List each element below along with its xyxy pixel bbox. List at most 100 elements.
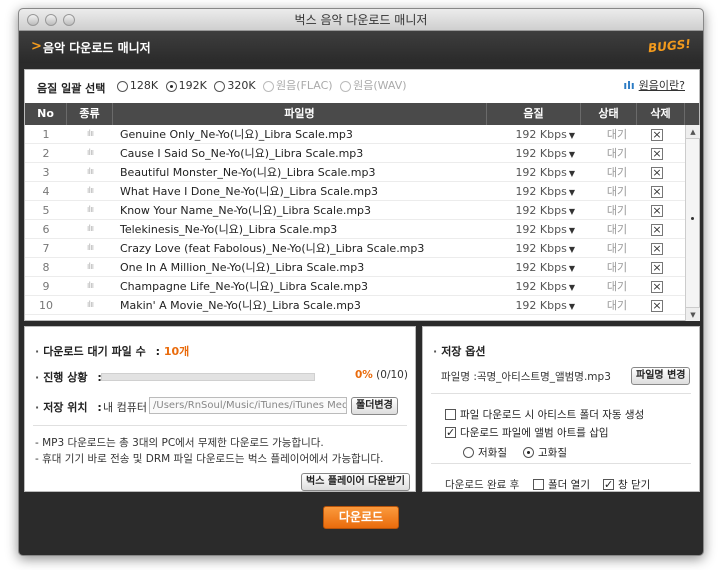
progress-value: 0% (0/10) — [355, 369, 408, 381]
close-window-button[interactable] — [27, 14, 39, 26]
header-spacer — [685, 103, 699, 125]
row-filename: Makin' A Movie_Ne-Yo(니요)_Libra Scale.mp3 — [120, 299, 361, 312]
row-filename: Champagne Life_Ne-Yo(니요)_Libra Scale.mp3 — [120, 280, 369, 293]
row-filename: Telekinesis_Ne-Yo(니요)_Libra Scale.mp3 — [120, 223, 338, 236]
header-filename: 파일명 — [113, 103, 487, 125]
row-quality-select[interactable]: 192 Kbps ▼ — [495, 182, 575, 201]
zoom-window-button[interactable] — [63, 14, 75, 26]
file-type-icon: ıIıı — [86, 243, 94, 253]
quality-option-flac: 원음(FLAC) — [263, 70, 333, 102]
delete-checkbox[interactable]: × — [651, 186, 663, 198]
table-row[interactable]: 10 ıIıı Makin' A Movie_Ne-Yo(니요)_Libra Sca… — [25, 296, 685, 315]
file-rows: 1 ıIıı Genuine Only_Ne-Yo(니요)_Libra Scale.… — [25, 125, 685, 321]
row-quality-select[interactable]: 192 Kbps ▼ — [495, 201, 575, 220]
row-number: 2 — [42, 147, 50, 160]
table-row[interactable]: 9 ıIıı Champagne Life_Ne-Yo(니요)_Libra Scal… — [25, 277, 685, 296]
open-folder-option[interactable]: 폴더 열기 — [533, 477, 590, 492]
dropdown-arrow-icon: ▼ — [568, 226, 575, 235]
delete-checkbox[interactable]: × — [651, 281, 663, 293]
waiting-count: · 다운로드 대기 파일 수 : 10개 — [35, 345, 190, 358]
quality-option-128k[interactable]: 128K — [116, 70, 158, 102]
info-note: - 휴대 기기 바로 전송 및 DRM 파일 다운로드는 벅스 플레이어에서 가… — [35, 453, 384, 465]
dropdown-arrow-icon: ▼ — [568, 169, 575, 178]
row-quality-select[interactable]: 192 Kbps ▼ — [495, 296, 575, 315]
file-type-icon: ıIıı — [86, 262, 94, 272]
filename-pattern: 파일명 :곡명_아티스트명_앨범명.mp3 — [441, 371, 611, 383]
table-row[interactable]: 1 ıIıı Genuine Only_Ne-Yo(니요)_Libra Scale.… — [25, 125, 685, 144]
radio-selected-icon — [165, 80, 177, 92]
table-row[interactable]: 5 ıIıı Know Your Name_Ne-Yo(니요)_Libra Scal… — [25, 201, 685, 220]
window-title: 벅스 음악 다운로드 매니저 — [294, 13, 428, 27]
change-folder-button[interactable]: 폴더변경 — [351, 397, 398, 415]
row-quality-select[interactable]: 192 Kbps ▼ — [495, 144, 575, 163]
row-filename: What Have I Done_Ne-Yo(니요)_Libra Scale.m… — [120, 185, 379, 198]
delete-checkbox[interactable]: × — [651, 262, 663, 274]
scroll-up-icon[interactable]: ▲ — [686, 125, 700, 139]
row-quality-select[interactable]: 192 Kbps ▼ — [495, 125, 575, 144]
row-status: 대기 — [606, 166, 628, 179]
row-filename: Genuine Only_Ne-Yo(니요)_Libra Scale.mp3 — [120, 128, 353, 141]
delete-checkbox[interactable]: × — [651, 205, 663, 217]
radio-icon — [116, 80, 128, 92]
dropdown-arrow-icon: ▼ — [568, 207, 575, 216]
file-type-icon: ıIıı — [86, 167, 94, 177]
bugs-logo: BUGS! — [647, 36, 692, 56]
row-number: 1 — [42, 128, 50, 141]
dropdown-arrow-icon: ▼ — [568, 131, 575, 140]
table-row[interactable]: 4 ıIıı What Have I Done_Ne-Yo(니요)_Libra Sc… — [25, 182, 685, 201]
file-type-icon: ıIıı — [86, 281, 94, 291]
minimize-window-button[interactable] — [45, 14, 57, 26]
delete-checkbox[interactable]: × — [651, 148, 663, 160]
row-filename: One In A Million_Ne-Yo(니요)_Libra Scale.m… — [120, 261, 365, 274]
download-button[interactable]: 다운로드 — [323, 506, 399, 529]
table-row[interactable]: 3 ıIıı Beautiful Monster_Ne-Yo(니요)_Libra S… — [25, 163, 685, 182]
row-quality-select[interactable]: 192 Kbps ▼ — [495, 277, 575, 296]
row-status: 대기 — [606, 147, 628, 160]
row-status: 대기 — [606, 128, 628, 141]
app-window: 벅스 음악 다운로드 매니저 > 음악 다운로드 매니저 BUGS! 음질 일괄… — [18, 8, 704, 556]
table-row[interactable]: 6 ıIıı Telekinesis_Ne-Yo(니요)_Libra Scale.m… — [25, 220, 685, 239]
header-delete: 삭제 — [637, 103, 685, 125]
vertical-scrollbar[interactable]: ▲ ▼ — [685, 125, 700, 321]
table-row[interactable]: 7 ıIıı Crazy Love (feat Fabolous)_Ne-Yo(니요… — [25, 239, 685, 258]
scroll-down-icon[interactable]: ▼ — [686, 307, 700, 321]
row-quality-select[interactable]: 192 Kbps ▼ — [495, 258, 575, 277]
delete-checkbox[interactable]: × — [651, 243, 663, 255]
dropdown-arrow-icon: ▼ — [568, 188, 575, 197]
download-status-panel: · 다운로드 대기 파일 수 : 10개 · 진행 상황 : 0% (0/10) ·… — [24, 326, 416, 492]
lossless-info-link[interactable]: ılı 원음이란? — [623, 70, 685, 102]
close-window-option[interactable]: ✓ 창 닫기 — [603, 477, 650, 492]
dropdown-arrow-icon: ▼ — [568, 302, 575, 311]
row-status: 대기 — [606, 299, 628, 312]
delete-checkbox[interactable]: × — [651, 300, 663, 312]
file-type-icon: ıIıı — [86, 186, 94, 196]
table-row[interactable]: 2 ıIıı Cause I Said So_Ne-Yo(니요)_Libra Sca… — [25, 144, 685, 163]
low-quality-art-option[interactable]: 저화질 — [463, 445, 507, 460]
quality-option-wav: 원음(WAV) — [340, 70, 407, 102]
artist-folder-option[interactable]: 파일 다운로드 시 아티스트 폴더 자동 생성 — [445, 407, 644, 422]
delete-checkbox[interactable]: × — [651, 167, 663, 179]
checkbox-checked-icon: ✓ — [603, 478, 614, 491]
delete-checkbox[interactable]: × — [651, 224, 663, 236]
row-quality-select[interactable]: 192 Kbps ▼ — [495, 239, 575, 258]
change-filename-button[interactable]: 파일명 변경 — [631, 367, 691, 385]
bugs-player-download-button[interactable]: 벅스 플레이어 다운받기 — [301, 473, 410, 491]
title-bar[interactable]: 벅스 음악 다운로드 매니저 — [19, 9, 703, 31]
row-number: 5 — [42, 204, 50, 217]
delete-checkbox[interactable]: × — [651, 129, 663, 141]
row-quality-select[interactable]: 192 Kbps ▼ — [495, 220, 575, 239]
row-number: 7 — [42, 242, 50, 255]
dropdown-arrow-icon: ▼ — [568, 245, 575, 254]
quality-option-320k[interactable]: 320K — [214, 70, 256, 102]
table-row[interactable]: 8 ıIıı One In A Million_Ne-Yo(니요)_Libra Sc… — [25, 258, 685, 277]
quality-option-192k[interactable]: 192K — [165, 70, 207, 102]
checkbox-icon — [533, 479, 544, 490]
row-quality-select[interactable]: 192 Kbps ▼ — [495, 163, 575, 182]
checkbox-icon — [445, 409, 456, 420]
scroll-thumb[interactable] — [691, 217, 694, 220]
row-number: 8 — [42, 261, 50, 274]
high-quality-art-option[interactable]: 고화질 — [523, 445, 567, 460]
table-header: No 종류 파일명 음질 상태 삭제 — [25, 103, 699, 125]
album-art-option[interactable]: ✓ 다운로드 파일에 앨범 아트를 삽입 — [445, 425, 609, 440]
quality-label: 음질 일괄 선택 — [37, 81, 106, 95]
